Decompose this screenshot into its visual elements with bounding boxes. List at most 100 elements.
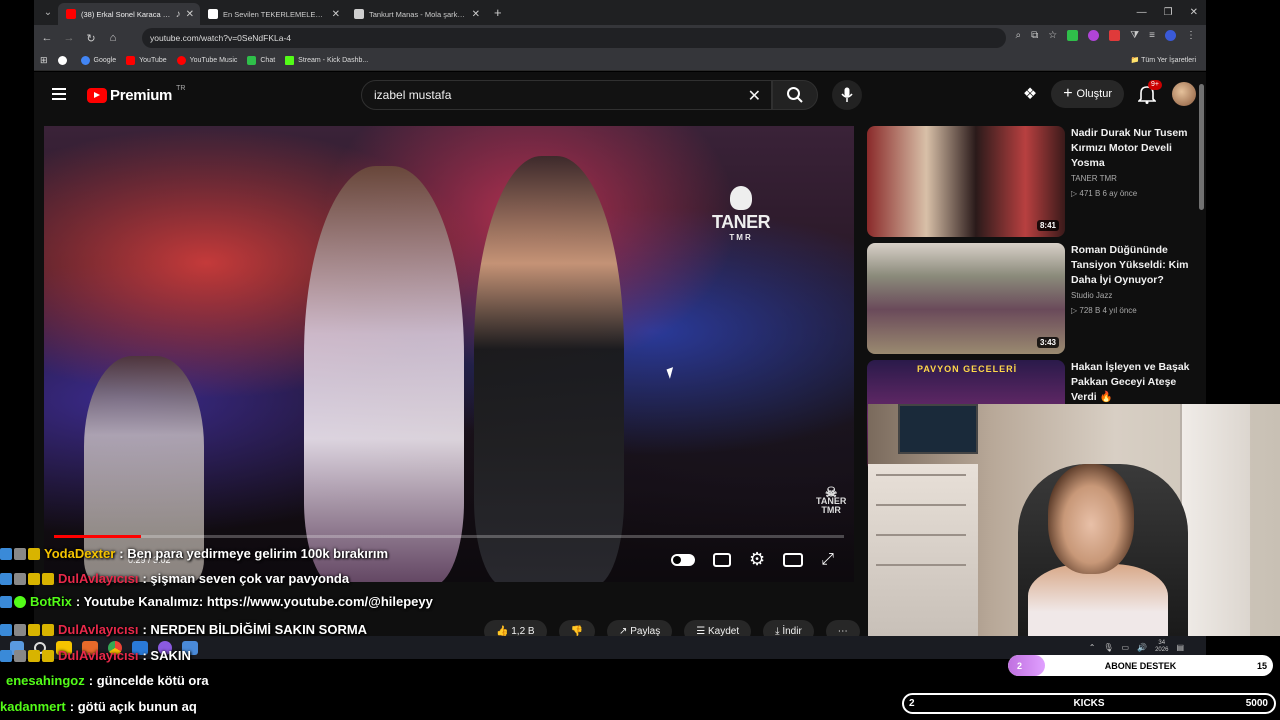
bookmark-youtube-music[interactable]: YouTube Music	[176, 56, 237, 65]
badge-icon	[28, 572, 40, 585]
extension-green-icon[interactable]	[1067, 30, 1079, 41]
clear-search-icon[interactable]: ✕	[748, 86, 761, 106]
badge-icon	[28, 649, 40, 662]
zoom-icon[interactable]: ⌕	[1016, 30, 1022, 41]
webcam-streamer-face	[1048, 464, 1134, 574]
menu-dots-icon[interactable]: ⋮	[1186, 30, 1196, 41]
youtube-logo[interactable]: Premium TR	[87, 85, 185, 104]
badge-icon	[42, 649, 54, 662]
restore-icon[interactable]: ❐	[1164, 7, 1173, 18]
kick-icon	[285, 56, 295, 65]
extension-red-icon[interactable]	[1109, 30, 1121, 41]
notification-center-icon[interactable]: ▤	[1176, 643, 1184, 652]
recommendation-thumbnail[interactable]: 3:43	[867, 243, 1065, 354]
tab-close-icon[interactable]: ✕	[472, 9, 480, 20]
window-controls: — ❐ ✕	[1137, 0, 1198, 25]
recommendation-title[interactable]: Nadir Durak Nur Tusem Kırmızı Motor Deve…	[1071, 126, 1199, 171]
new-tab-button[interactable]: +	[494, 5, 502, 20]
google-icon	[80, 56, 90, 65]
extension-icons: ⌕ ⧉ ☆ ⧩ ≡ ⋮	[1016, 30, 1196, 41]
tab-tankurt-manas[interactable]: Tankurt Manas - Mola şarkı sözü ✕	[346, 3, 486, 25]
chat-username: DulAvlayıcısı	[58, 648, 139, 663]
all-bookmarks[interactable]: 📁 Tüm Yer İşaretleri	[1131, 56, 1196, 64]
tab-close-icon[interactable]: ✕	[186, 9, 194, 20]
settings-gear-icon[interactable]: ⚙	[749, 549, 765, 570]
taskbar-clock[interactable]: 34 2026	[1155, 640, 1168, 654]
tab-search-icon[interactable]: ⌄	[38, 4, 58, 22]
notifications-button[interactable]: 9+	[1137, 80, 1162, 104]
reading-list-icon[interactable]: ≡	[1149, 30, 1155, 41]
subtitles-icon[interactable]	[713, 552, 732, 567]
tab-youtube-video[interactable]: (38) Erkal Sonel Karaca Nur ♪ ✕	[58, 3, 200, 25]
reload-icon[interactable]: ↻	[80, 32, 102, 45]
bookmark-youtube[interactable]: YouTube	[126, 56, 167, 65]
sub-goal-target: 15	[1256, 660, 1267, 671]
theater-mode-icon[interactable]	[783, 552, 804, 567]
forward-icon[interactable]: →	[58, 32, 80, 44]
recommendation-title[interactable]: Roman Düğününde Tansiyon Yükseldi: Kim D…	[1071, 243, 1199, 288]
bookmark-item[interactable]	[57, 56, 71, 65]
tray-microphone-icon[interactable]: 🎙	[1103, 643, 1113, 652]
tray-chevron-icon[interactable]: ⌃	[1089, 643, 1096, 652]
badge-icon	[14, 572, 26, 585]
sub-goal-label: ABONE DESTEK	[1104, 660, 1177, 671]
extensions-puzzle-icon[interactable]: ⧩	[1130, 30, 1139, 41]
bookmark-kick-dashboard[interactable]: Stream - Kick Dashb...	[285, 56, 368, 65]
youtube-play-icon	[87, 88, 107, 103]
search-button[interactable]	[772, 80, 818, 110]
chat-username: enesahingoz	[6, 673, 85, 688]
url-field[interactable]: youtube.com/watch?v=0SeNdFKLa-4	[142, 28, 1006, 48]
voice-search-button[interactable]	[832, 80, 862, 110]
home-icon[interactable]: ⌂	[102, 32, 124, 44]
page-scrollbar[interactable]	[1199, 84, 1204, 210]
create-button[interactable]: + Oluştur	[1051, 80, 1124, 108]
minimize-icon[interactable]: —	[1137, 7, 1147, 18]
bookmark-chat[interactable]: Chat	[247, 56, 275, 65]
recommendation-item[interactable]: 3:43 Roman Düğününde Tansiyon Yükseldi: …	[867, 243, 1197, 355]
profile-icon[interactable]	[1165, 30, 1176, 41]
volume-icon[interactable]: 🔊	[1137, 643, 1147, 652]
back-icon[interactable]: ←	[36, 32, 58, 44]
chat-text: : güncelde kötü ora	[88, 673, 209, 688]
youtube-music-icon	[176, 56, 186, 65]
search-input[interactable]: izabel mustafa ✕	[361, 80, 772, 110]
avatar[interactable]	[1172, 82, 1196, 106]
video-dancer-left	[304, 166, 464, 582]
watermark-text: TANER	[712, 212, 771, 232]
recommendation-channel[interactable]: TANER TMR	[1071, 174, 1117, 183]
bookmark-google[interactable]: Google	[80, 56, 116, 65]
fullscreen-icon[interactable]: ⤢	[821, 551, 834, 569]
audio-icon[interactable]: ♪	[176, 9, 181, 20]
chat-text: : Ben para yedirmeye gelirim 100k bırakı…	[119, 546, 389, 561]
badge-icon	[42, 623, 54, 636]
recommendation-meta: ▷ 471 B 6 ay önce	[1071, 189, 1138, 198]
video-player[interactable]: TANER TMR ☠ TANER TMR 0:29 / 3:02 ⚙ ⤢	[44, 126, 854, 582]
autoplay-toggle[interactable]	[671, 553, 696, 566]
webcam-background-door	[1180, 404, 1250, 636]
recommendation-title[interactable]: Hakan İşleyen ve Başak Pakkan Geceyi Ate…	[1071, 360, 1199, 405]
recommendation-item[interactable]: PAVYON GECELERİ Hakan İşleyen ve Başak P…	[867, 360, 1199, 471]
chat-text: : SAKIN	[142, 648, 191, 663]
bookmarks-bar: ⊞ Google YouTube YouTube Music Chat Stre…	[34, 51, 1206, 71]
close-window-icon[interactable]: ✕	[1190, 7, 1198, 18]
subscriber-goal-bar: 2 ABONE DESTEK 15	[1008, 655, 1273, 676]
badge-icon	[0, 547, 12, 560]
tab-label: (38) Erkal Sonel Karaca Nur	[81, 9, 171, 19]
bookmark-star-icon[interactable]: ☆	[1048, 30, 1057, 41]
chat-username: kadanmert	[0, 699, 66, 714]
tab-close-icon[interactable]: ✕	[332, 9, 340, 20]
chat-badges	[0, 547, 40, 560]
menu-hamburger-icon[interactable]	[52, 88, 66, 100]
extension-purple-icon[interactable]	[1088, 30, 1100, 41]
cast-icon[interactable]: ⧉	[1031, 30, 1038, 41]
recommendation-thumbnail[interactable]: 8:41	[867, 126, 1065, 237]
apps-grid-icon[interactable]: ⊞	[40, 55, 48, 66]
webcam-background-dresser	[868, 464, 978, 636]
search-icon	[787, 87, 803, 103]
watermark-subtext: TMR	[729, 233, 753, 242]
recommendation-item[interactable]: 8:41 Nadir Durak Nur Tusem Kırmızı Motor…	[867, 126, 1197, 238]
premium-gem-icon[interactable]: ❖	[1023, 84, 1037, 104]
network-icon[interactable]: ▭	[1122, 643, 1130, 652]
recommendation-channel[interactable]: Studio Jazz	[1071, 291, 1112, 300]
tab-tekerlemeler[interactable]: En Sevilen TEKERLEMELER (Se ✕	[200, 3, 346, 25]
